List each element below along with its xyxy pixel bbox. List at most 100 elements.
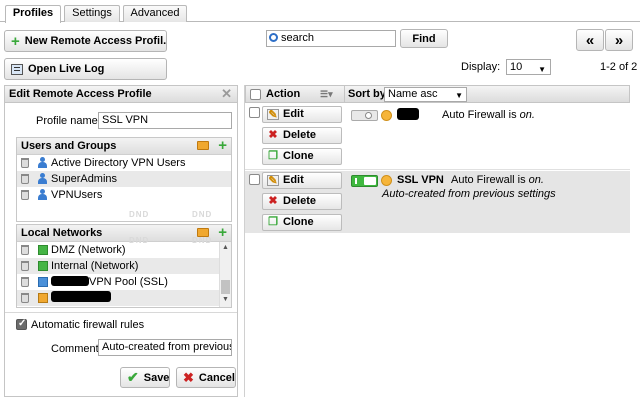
- tab-profiles[interactable]: Profiles: [5, 5, 61, 23]
- tab-settings[interactable]: Settings: [64, 5, 120, 22]
- trash-icon[interactable]: [21, 261, 29, 271]
- row-checkbox[interactable]: [249, 174, 260, 185]
- divider: [5, 312, 237, 313]
- list-item[interactable]: Internal (Network): [17, 258, 219, 274]
- edit-button[interactable]: ✎ Edit: [262, 172, 342, 189]
- drop-watermark: DND: [192, 210, 213, 219]
- row-status: Auto Firewall is on.: [442, 109, 535, 121]
- column-menu-icon[interactable]: ☰▾: [320, 89, 333, 100]
- delete-button[interactable]: ✖ Delete: [262, 193, 342, 210]
- add-network-icon[interactable]: +: [218, 225, 227, 240]
- row-status: Auto Firewall is on.: [451, 174, 544, 186]
- folder-icon[interactable]: [197, 141, 209, 150]
- edit-panel: Edit Remote Access Profile ✕ Profile nam…: [4, 85, 238, 397]
- key-icon: [381, 110, 392, 121]
- scroll-thumb[interactable]: [221, 280, 230, 294]
- scroll-down-icon[interactable]: ▼: [222, 296, 229, 303]
- open-live-log-label: Open Live Log: [28, 63, 105, 75]
- table-row[interactable]: ✎ Edit ✖ Delete ❐ Clone Auto Firewall is on…: [245, 103, 630, 170]
- local-networks-title: Local Networks: [21, 227, 103, 239]
- x-icon: ✖: [183, 369, 194, 385]
- drop-watermark: DND: [129, 210, 150, 219]
- list-header: Action ☰▾ Sort by: Name asc ▼: [245, 85, 630, 103]
- delete-label: Delete: [283, 195, 317, 207]
- search-input[interactable]: search: [266, 30, 396, 47]
- chevron-down-icon: ▼: [455, 91, 463, 100]
- edit-panel-header: Edit Remote Access Profile ✕: [4, 85, 238, 103]
- display-select[interactable]: 10 ▼: [506, 59, 551, 75]
- network-icon: [38, 261, 48, 271]
- redacted-text: [51, 276, 89, 286]
- sort-select[interactable]: Name asc ▼: [384, 87, 467, 102]
- edit-icon: ✎: [267, 109, 279, 121]
- status-toggle-off[interactable]: [351, 110, 378, 121]
- comment-input[interactable]: Auto-created from previous se: [98, 339, 232, 356]
- drop-watermark: DND: [129, 236, 150, 245]
- list-item[interactable]: [17, 290, 219, 306]
- clone-icon: ❐: [268, 216, 278, 228]
- clone-button[interactable]: ❐ Clone: [262, 214, 342, 231]
- edit-label: Edit: [283, 174, 304, 186]
- cancel-button[interactable]: ✖ Cancel: [176, 367, 236, 388]
- user-group-label: Active Directory VPN Users: [51, 157, 186, 169]
- row-comment: Auto-created from previous settings: [382, 188, 556, 200]
- status-value: on.: [528, 174, 544, 186]
- add-user-icon[interactable]: +: [218, 138, 227, 153]
- users-groups-box: Users and Groups + Active Directory VPN …: [16, 137, 232, 222]
- profile-name-label: Profile name:: [36, 115, 101, 127]
- network-host-icon: [38, 293, 48, 303]
- plus-icon: +: [11, 32, 20, 50]
- status-text: Auto Firewall is: [442, 109, 520, 121]
- users-groups-header: Users and Groups +: [17, 138, 231, 155]
- list-item[interactable]: DMZ (Network): [17, 242, 219, 258]
- edit-panel-title: Edit Remote Access Profile: [9, 88, 152, 100]
- redacted-profile-name: [397, 108, 419, 120]
- scrollbar[interactable]: ▲ ▼: [219, 242, 231, 307]
- tab-bar: Profiles Settings Advanced: [0, 0, 640, 23]
- network-pool-icon: [38, 277, 48, 287]
- clone-label: Clone: [283, 216, 314, 228]
- edit-label: Edit: [283, 108, 304, 120]
- auto-firewall-checkbox[interactable]: ✓: [16, 318, 27, 330]
- open-live-log-button[interactable]: Open Live Log: [4, 58, 167, 80]
- trash-icon[interactable]: [21, 174, 29, 184]
- delete-button[interactable]: ✖ Delete: [262, 127, 342, 144]
- list-item[interactable]: SuperAdmins: [17, 171, 231, 187]
- select-all-checkbox[interactable]: [250, 89, 261, 100]
- list-item[interactable]: VPNUsers: [17, 187, 231, 203]
- trash-icon[interactable]: [21, 277, 29, 287]
- column-divider: [344, 86, 345, 103]
- row-checkbox[interactable]: [249, 107, 260, 118]
- profile-list: Action ☰▾ Sort by: Name asc ▼ ✎ Edit ✖ Del…: [244, 85, 630, 397]
- last-page-button[interactable]: »: [605, 29, 633, 51]
- user-icon: [37, 157, 48, 168]
- clone-button[interactable]: ❐ Clone: [262, 148, 342, 165]
- list-item[interactable]: VPN Pool (SSL): [17, 274, 219, 290]
- display-value: 10: [510, 61, 523, 73]
- status-text: Auto Firewall is: [451, 174, 529, 186]
- edit-button[interactable]: ✎ Edit: [262, 106, 342, 123]
- trash-icon[interactable]: [21, 158, 29, 168]
- network-icon: [38, 245, 48, 255]
- save-button[interactable]: ✔ Save: [120, 367, 170, 388]
- list-item[interactable]: Active Directory VPN Users: [17, 155, 231, 171]
- network-label: VPN Pool (SSL): [89, 276, 168, 288]
- close-icon[interactable]: ✕: [221, 86, 232, 102]
- trash-icon[interactable]: [21, 293, 29, 303]
- profile-name-input[interactable]: SSL VPN: [98, 112, 232, 129]
- scroll-up-icon[interactable]: ▲: [222, 244, 229, 251]
- first-page-button[interactable]: «: [576, 29, 604, 51]
- status-toggle-on[interactable]: [351, 175, 378, 187]
- new-remote-access-profile-button[interactable]: + New Remote Access Profil...: [4, 30, 167, 52]
- drop-watermark: DND: [192, 236, 213, 245]
- profile-name[interactable]: SSL VPN: [397, 174, 444, 186]
- table-row[interactable]: ✎ Edit ✖ Delete ❐ Clone SSL VPN Auto Firewa…: [245, 171, 630, 233]
- key-icon: [381, 175, 392, 186]
- save-label: Save: [143, 371, 170, 384]
- search-placeholder: search: [281, 32, 315, 44]
- tab-advanced[interactable]: Advanced: [123, 5, 187, 22]
- find-button[interactable]: Find: [400, 29, 448, 48]
- trash-icon[interactable]: [21, 245, 29, 255]
- user-icon: [37, 173, 48, 184]
- trash-icon[interactable]: [21, 190, 29, 200]
